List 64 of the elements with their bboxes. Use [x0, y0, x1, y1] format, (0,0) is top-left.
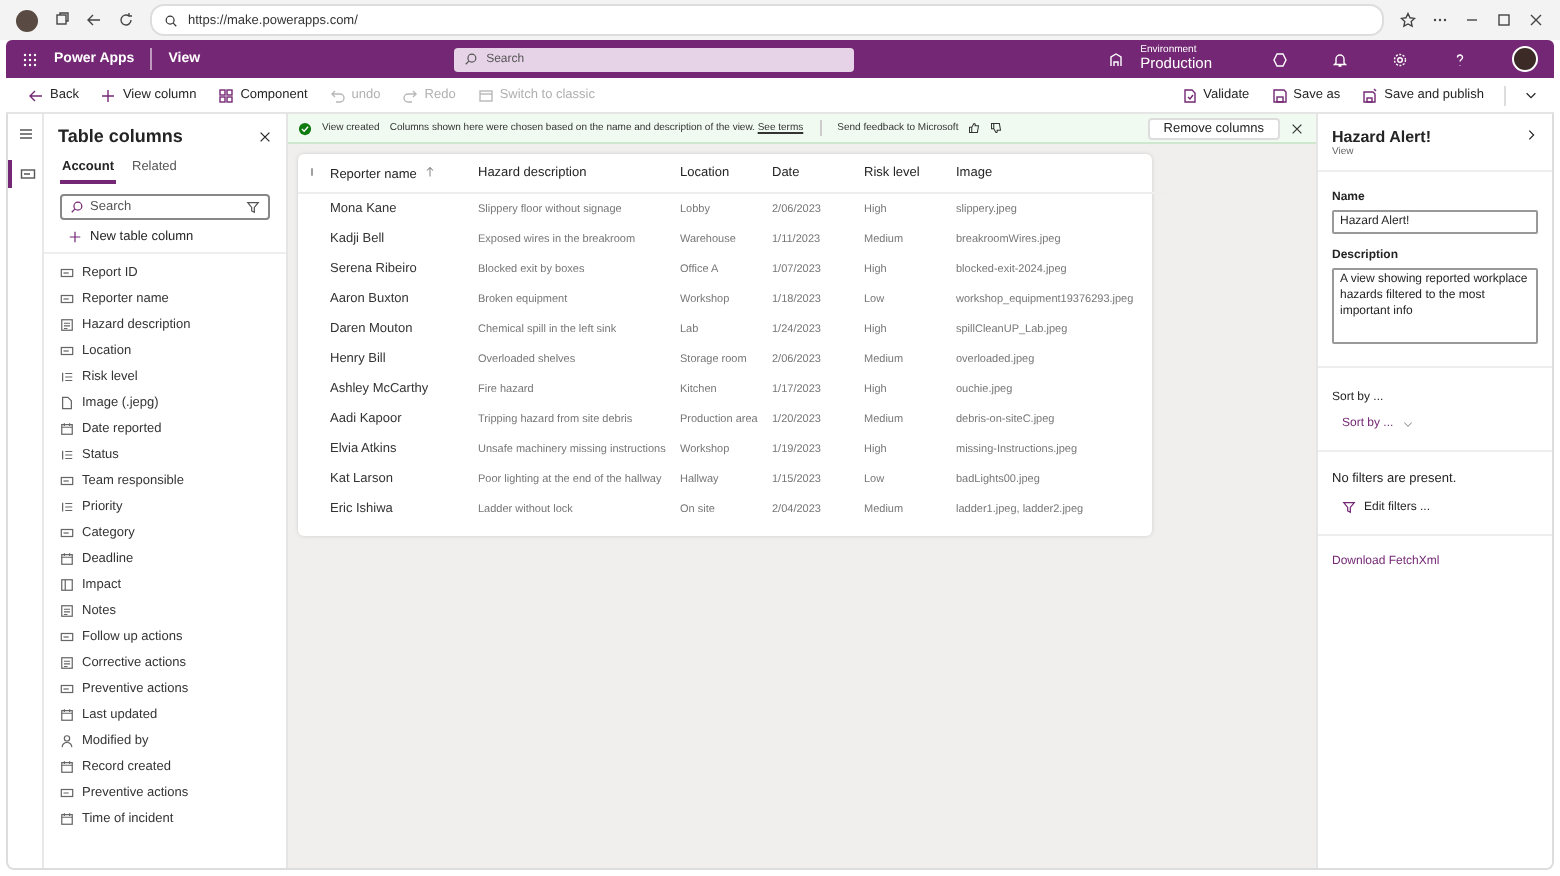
help-icon[interactable]	[1452, 51, 1468, 67]
bell-icon[interactable]	[1332, 51, 1348, 67]
text-field-icon	[60, 526, 74, 540]
thumbs-down-icon[interactable]	[990, 122, 1003, 134]
back-arrow-icon[interactable]	[86, 12, 102, 28]
text-field-icon	[60, 292, 74, 306]
multiline-text-icon	[60, 604, 74, 618]
text-field-icon	[60, 630, 74, 644]
redo-icon	[402, 87, 419, 103]
search-icon	[70, 200, 84, 214]
filter-icon	[1342, 500, 1356, 514]
avatar-icon[interactable]	[16, 9, 38, 31]
chevron-down-icon	[1401, 418, 1414, 430]
maximize-icon[interactable]	[1496, 12, 1512, 28]
file-icon	[60, 396, 74, 410]
text-field-icon	[60, 344, 74, 358]
pane-title: Table columns	[58, 126, 183, 146]
window-icon	[477, 87, 494, 103]
view-title: Hazard Alert!	[1332, 128, 1431, 146]
chevron-down-icon[interactable]	[1524, 88, 1538, 102]
undo-icon	[329, 87, 346, 103]
close-icon[interactable]	[1528, 12, 1544, 28]
multiline-text-icon	[60, 318, 74, 332]
person-icon	[60, 734, 74, 748]
multiline-text-icon	[60, 656, 74, 670]
text-field-icon	[60, 786, 74, 800]
calendar-icon	[60, 552, 74, 566]
favorites-icon[interactable]	[1400, 12, 1416, 28]
save-icon	[1271, 87, 1288, 103]
choice-list-icon	[60, 370, 74, 384]
text-field-icon	[60, 474, 74, 488]
drag-handle-icon[interactable]	[306, 165, 318, 177]
chevron-right-icon[interactable]	[1524, 128, 1538, 142]
grid-icon	[218, 87, 235, 103]
close-icon[interactable]	[258, 129, 272, 143]
close-icon[interactable]	[1290, 121, 1304, 135]
tabs-icon[interactable]	[54, 12, 70, 28]
refresh-icon[interactable]	[118, 12, 134, 28]
search-icon	[164, 13, 178, 27]
text-field-icon	[60, 682, 74, 696]
sort-up-icon	[424, 165, 437, 177]
settings-icon[interactable]	[1392, 51, 1408, 67]
search-icon	[464, 52, 479, 66]
back-arrow-icon	[28, 87, 44, 103]
building-icon	[1108, 51, 1125, 67]
plus-icon	[68, 230, 82, 244]
choice-list-icon	[60, 448, 74, 462]
success-icon	[298, 121, 312, 135]
filter-icon[interactable]	[246, 200, 260, 214]
calendar-icon	[60, 760, 74, 774]
calendar-icon	[60, 422, 74, 436]
calendar-icon	[60, 708, 74, 722]
app-launcher-icon[interactable]	[22, 51, 38, 67]
calendar-icon	[60, 812, 74, 826]
menu-icon[interactable]	[17, 126, 33, 142]
thumbs-up-icon[interactable]	[968, 122, 981, 134]
plus-icon	[100, 87, 117, 103]
number-field-icon	[60, 578, 74, 592]
document-check-icon	[1181, 87, 1198, 103]
avatar-icon[interactable]	[1512, 46, 1538, 72]
save-upload-icon	[1362, 87, 1379, 103]
text-field-icon	[60, 266, 74, 280]
text-field-icon	[19, 166, 35, 182]
choice-list-icon	[60, 500, 74, 514]
